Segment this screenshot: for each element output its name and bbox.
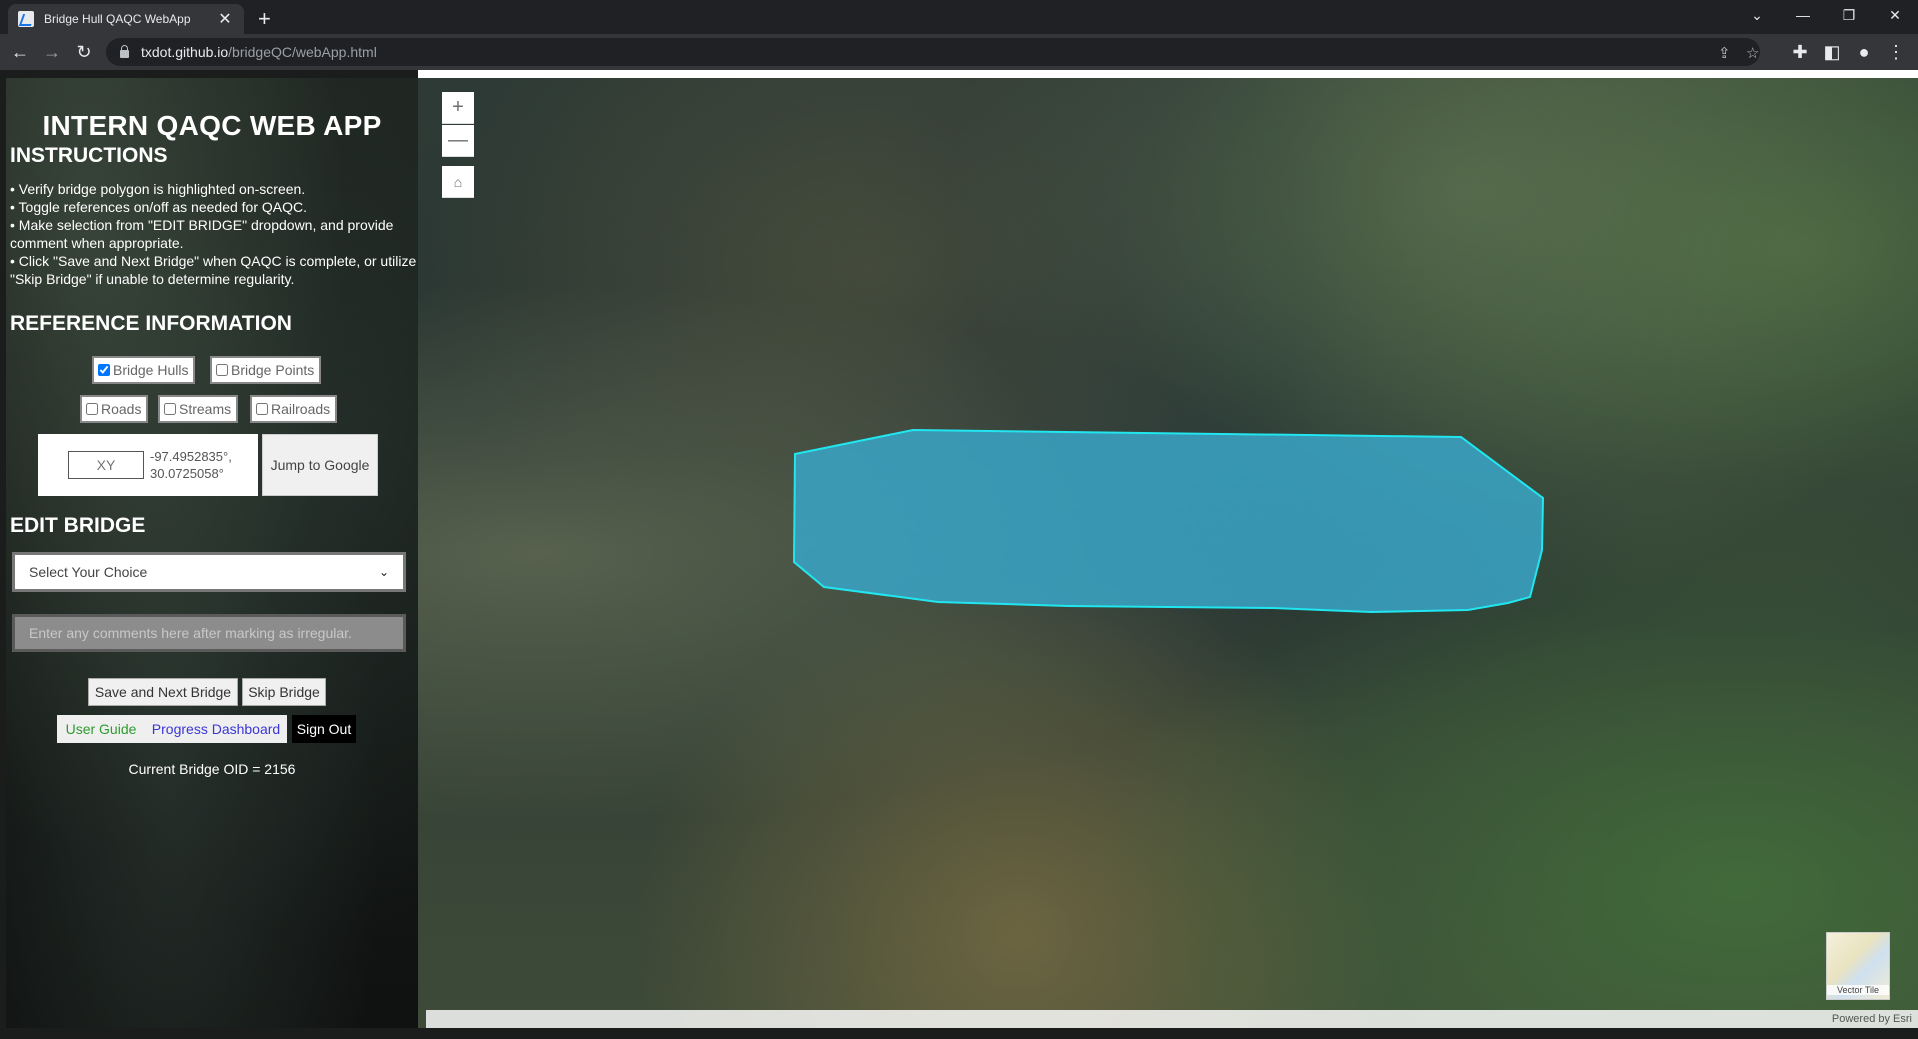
map-attribution: Powered by Esri [426, 1010, 1918, 1028]
xy-input[interactable] [68, 451, 144, 479]
bridge-polygon[interactable] [792, 428, 1545, 614]
forward-icon[interactable]: → [38, 38, 66, 66]
lock-icon [120, 45, 129, 58]
map-view[interactable]: + — ⌂ Vector Tile Powered by Esri [418, 78, 1918, 1028]
url-path: /bridgeQC/webApp.html [228, 44, 377, 60]
basemap-toggle[interactable]: Vector Tile [1826, 932, 1890, 1000]
basemap-label: Vector Tile [1827, 985, 1889, 995]
close-tab-icon[interactable]: ✕ [216, 9, 234, 29]
profile-icon[interactable]: ● [1850, 38, 1878, 66]
instructions-list: • Verify bridge polygon is highlighted o… [10, 180, 418, 288]
tab-title: Bridge Hull QAQC WebApp [44, 12, 191, 26]
home-icon: ⌂ [453, 173, 463, 190]
zoom-in-button[interactable]: + [442, 92, 474, 124]
railroads-checkbox[interactable] [256, 403, 268, 415]
roads-label: Roads [101, 401, 142, 417]
reload-icon[interactable]: ↻ [70, 38, 98, 66]
select-value: Select Your Choice [29, 564, 148, 580]
instruction-item: • Verify bridge polygon is highlighted o… [10, 181, 306, 197]
tab-search-icon[interactable]: ⌄ [1734, 0, 1780, 30]
streams-label: Streams [179, 401, 232, 417]
coords-line-2: 30.0725058° [150, 466, 224, 481]
site-favicon-icon [18, 11, 34, 27]
side-panel: INTERN QAQC WEB APP INSTRUCTIONS • Verif… [6, 78, 418, 1028]
reference-heading: REFERENCE INFORMATION [10, 312, 292, 335]
skip-bridge-button[interactable]: Skip Bridge [242, 678, 326, 706]
streams-checkbox[interactable] [164, 403, 176, 415]
chevron-down-icon: ⌄ [378, 565, 389, 579]
progress-dashboard-button[interactable]: Progress Dashboard [145, 715, 287, 743]
browser-tab[interactable]: Bridge Hull QAQC WebApp ✕ [8, 4, 244, 34]
edit-bridge-select[interactable]: Select Your Choice ⌄ [12, 552, 406, 592]
address-bar[interactable]: txdot.github.io/bridgeQC/webApp.html ⇪ ☆ [106, 38, 1760, 66]
coordinates-readout: -97.4952835°, 30.0725058° [150, 448, 232, 482]
restore-icon[interactable]: ❐ [1826, 0, 1872, 30]
share-icon[interactable]: ⇪ [1718, 44, 1731, 62]
browser-toolbar: ← → ↻ txdot.github.io/bridgeQC/webApp.ht… [0, 34, 1918, 70]
instructions-heading: INSTRUCTIONS [10, 144, 168, 167]
instruction-item: • Click "Save and Next Bridge" when QAQC… [10, 253, 417, 287]
current-bridge-oid: Current Bridge OID = 2156 [128, 761, 296, 777]
side-panel-icon[interactable]: ◧ [1818, 38, 1846, 66]
bridge-points-label: Bridge Points [231, 362, 315, 378]
bridge-points-toggle[interactable]: Bridge Points [210, 356, 322, 384]
page: INTERN QAQC WEB APP INSTRUCTIONS • Verif… [0, 70, 1918, 1039]
bookmark-star-icon[interactable]: ☆ [1746, 44, 1759, 62]
sign-out-button[interactable]: Sign Out [292, 715, 356, 743]
back-icon[interactable]: ← [6, 38, 34, 66]
streams-toggle[interactable]: Streams [158, 395, 239, 423]
zoom-out-button[interactable]: — [442, 125, 474, 157]
menu-icon[interactable]: ⋮ [1882, 38, 1910, 66]
top-strip [418, 70, 1918, 78]
new-tab-icon[interactable]: + [258, 6, 271, 32]
coords-line-1: -97.4952835°, [150, 449, 232, 464]
minimize-icon[interactable]: — [1780, 0, 1826, 30]
save-and-next-button[interactable]: Save and Next Bridge [88, 678, 238, 706]
railroads-toggle[interactable]: Railroads [250, 395, 338, 423]
edit-bridge-heading: EDIT BRIDGE [10, 514, 146, 537]
bridge-points-checkbox[interactable] [216, 364, 228, 376]
instruction-item: • Toggle references on/off as needed for… [10, 199, 308, 215]
extensions-icon[interactable]: ✚ [1786, 38, 1814, 66]
jump-to-google-button[interactable]: Jump to Google [262, 434, 378, 496]
comment-input[interactable]: Enter any comments here after marking as… [12, 614, 406, 652]
xy-box: -97.4952835°, 30.0725058° [38, 434, 258, 496]
roads-checkbox[interactable] [86, 403, 98, 415]
browser-tab-bar: Bridge Hull QAQC WebApp ✕ + ⌄ — ❐ ✕ [0, 0, 1918, 34]
instruction-item: • Make selection from "EDIT BRIDGE" drop… [10, 217, 394, 251]
app-title: INTERN QAQC WEB APP [42, 110, 382, 141]
bridge-hulls-checkbox[interactable] [98, 364, 110, 376]
window-close-icon[interactable]: ✕ [1872, 0, 1918, 30]
roads-toggle[interactable]: Roads [80, 395, 149, 423]
bridge-hulls-toggle[interactable]: Bridge Hulls [92, 356, 196, 384]
map-overlay [792, 428, 1545, 614]
railroads-label: Railroads [271, 401, 331, 417]
home-button[interactable]: ⌂ [442, 166, 474, 198]
bridge-hulls-label: Bridge Hulls [113, 362, 189, 378]
url-host: txdot.github.io [141, 44, 229, 60]
user-guide-button[interactable]: User Guide [57, 715, 145, 743]
